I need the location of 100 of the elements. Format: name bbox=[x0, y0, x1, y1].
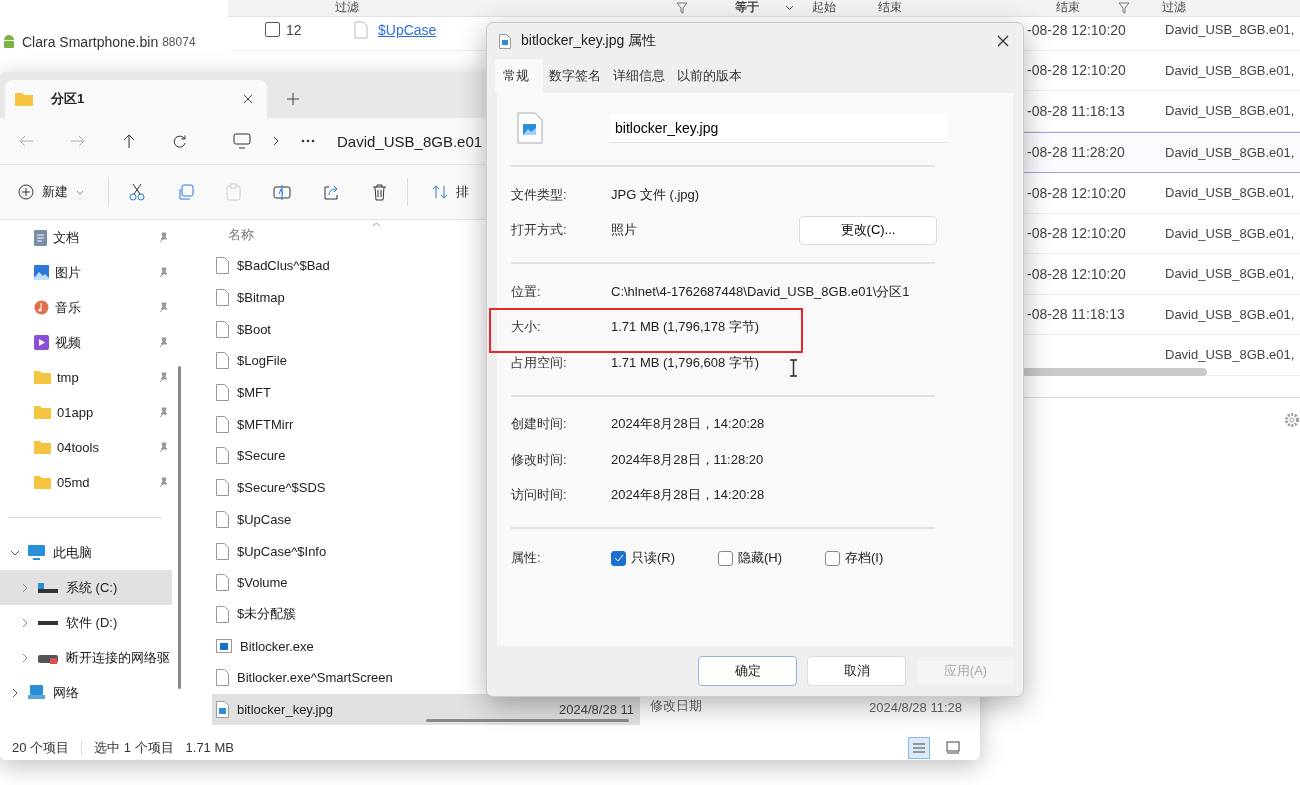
tree-item[interactable]: 断开连接的网络驱 bbox=[0, 640, 172, 675]
app-icon bbox=[216, 639, 232, 654]
file-icon bbox=[216, 352, 229, 370]
attribute-checkbox[interactable]: 存档(I) bbox=[825, 549, 932, 567]
forward-icon[interactable] bbox=[70, 134, 86, 148]
table-cell-text: -08-28 11:18:13 bbox=[1027, 306, 1126, 323]
scrollbar[interactable] bbox=[1022, 368, 1207, 376]
filter-icon[interactable] bbox=[676, 2, 688, 14]
pin-icon[interactable] bbox=[158, 372, 168, 383]
pin-icon[interactable] bbox=[158, 302, 168, 313]
checkbox[interactable] bbox=[265, 22, 280, 38]
up-icon[interactable] bbox=[122, 133, 136, 149]
folder-icon bbox=[15, 92, 33, 106]
ok-button[interactable]: 确定 bbox=[698, 656, 797, 686]
pin-icon[interactable] bbox=[158, 267, 168, 278]
file-icon bbox=[216, 257, 229, 275]
attribute-checkbox[interactable]: 隐藏(H) bbox=[718, 549, 825, 567]
property-value: 照片 bbox=[611, 221, 637, 240]
tab[interactable]: 以前的版本 bbox=[671, 61, 748, 93]
property-label: 占用空间: bbox=[511, 353, 568, 372]
tree-item[interactable]: 系统 (C:) bbox=[0, 570, 172, 605]
property-label: 修改时间: bbox=[511, 450, 568, 469]
cancel-button[interactable]: 取消 bbox=[807, 656, 906, 686]
new-tab-icon[interactable] bbox=[287, 93, 299, 105]
pin-icon[interactable] bbox=[158, 442, 168, 453]
tab[interactable]: 常规 bbox=[495, 59, 543, 93]
close-icon[interactable] bbox=[997, 35, 1009, 47]
sidebar-item[interactable]: tmp bbox=[0, 360, 190, 395]
share-icon[interactable] bbox=[323, 183, 340, 201]
refresh-icon[interactable] bbox=[172, 133, 187, 149]
settings-icon[interactable] bbox=[1284, 412, 1300, 428]
pin-icon[interactable] bbox=[158, 477, 168, 488]
table-cell-text: David_USB_8GB.e01, bbox=[1165, 347, 1296, 363]
file-icon bbox=[216, 384, 229, 402]
window-tab[interactable]: 分区1 bbox=[5, 80, 267, 118]
chevron-icon[interactable] bbox=[10, 687, 20, 698]
filter-icon[interactable] bbox=[1118, 2, 1130, 14]
folder-icon bbox=[34, 476, 51, 489]
row-number: 12 bbox=[286, 21, 303, 38]
filter-field[interactable]: 过滤 bbox=[1162, 0, 1186, 15]
sidebar-item[interactable]: 图片 bbox=[0, 255, 190, 290]
filter-field[interactable]: 结束 bbox=[878, 0, 902, 15]
caret-icon bbox=[76, 189, 84, 195]
sort-button[interactable]: 排 bbox=[428, 177, 473, 207]
sidebar-item[interactable]: 文档 bbox=[0, 220, 190, 255]
sidebar-item[interactable]: 视频 bbox=[0, 325, 190, 360]
picture-icon bbox=[34, 265, 49, 280]
chevron-icon[interactable] bbox=[20, 652, 30, 663]
filter-field[interactable]: 过滤 bbox=[335, 0, 359, 15]
filter-field[interactable]: 等于 bbox=[735, 0, 794, 15]
attribute-checkbox[interactable]: 只读(R) bbox=[611, 549, 718, 567]
tree-item[interactable]: 网络 bbox=[0, 675, 172, 710]
table-cell-text: -08-28 12:10:20 bbox=[1027, 21, 1127, 38]
file-row[interactable]: bitlocker_key.jpg 2024/8/28 11 bbox=[212, 693, 640, 726]
column-header[interactable]: 名称 bbox=[228, 226, 254, 244]
cut-icon[interactable] bbox=[129, 183, 145, 201]
tab[interactable]: 详细信息 bbox=[607, 61, 671, 93]
sidebar-item[interactable]: 04tools bbox=[0, 430, 190, 465]
scrollbar[interactable] bbox=[426, 719, 629, 722]
more-icon[interactable] bbox=[301, 139, 315, 143]
file-link[interactable]: $UpCase bbox=[378, 21, 437, 38]
breadcrumb[interactable]: David_USB_8GB.e01 bbox=[337, 132, 483, 150]
sort-caret-icon bbox=[372, 222, 381, 227]
file-icon bbox=[216, 415, 229, 433]
copy-icon[interactable] bbox=[177, 183, 194, 201]
table-cell-text: David_USB_8GB.e01, bbox=[1165, 22, 1296, 38]
back-icon[interactable] bbox=[18, 134, 34, 148]
new-button[interactable]: 新建 bbox=[14, 177, 88, 207]
close-icon[interactable] bbox=[243, 94, 253, 104]
table-cell-text: -08-28 12:10:20 bbox=[1027, 184, 1127, 201]
rename-icon[interactable] bbox=[273, 183, 291, 201]
sidebar-item[interactable]: 05md bbox=[0, 465, 190, 500]
property-label: 打开方式: bbox=[511, 221, 568, 240]
sidebar-item[interactable]: 01app bbox=[0, 395, 190, 430]
tree-item[interactable]: 此电脑 bbox=[0, 535, 172, 570]
property-label: 大小: bbox=[511, 318, 542, 337]
change-button[interactable]: 更改(C)... bbox=[799, 215, 937, 245]
pin-icon[interactable] bbox=[158, 337, 168, 348]
text-cursor-icon bbox=[789, 358, 799, 377]
chevron-icon bbox=[273, 136, 279, 146]
tab[interactable]: 数字签名 bbox=[543, 61, 607, 93]
delete-icon[interactable] bbox=[372, 183, 387, 201]
filter-field[interactable]: 起始 bbox=[812, 0, 836, 15]
scrollbar[interactable] bbox=[178, 366, 181, 689]
pin-icon[interactable] bbox=[158, 232, 168, 243]
preview-icon bbox=[946, 741, 960, 754]
sidebar-item[interactable]: 音乐 bbox=[0, 290, 190, 325]
details-view-button[interactable] bbox=[908, 736, 930, 759]
file-icon bbox=[216, 669, 229, 687]
file-name-field[interactable]: bitlocker_key.jpg bbox=[610, 113, 948, 143]
pin-icon[interactable] bbox=[158, 407, 168, 418]
evidence-item[interactable]: Clara Smartphone.bin 88074 bbox=[2, 34, 196, 50]
chevron-icon[interactable] bbox=[20, 617, 30, 628]
tree-item[interactable]: 软件 (D:) bbox=[0, 605, 172, 640]
property-value: 2024年8月28日，14:20:28 bbox=[611, 486, 765, 505]
property-label: 属性: bbox=[511, 549, 542, 567]
file-icon bbox=[216, 542, 229, 560]
property-value: JPG 文件 (.jpg) bbox=[611, 185, 700, 204]
table-cell-text: -08-28 11:18:13 bbox=[1027, 102, 1126, 119]
filter-field[interactable]: 结束 bbox=[1056, 0, 1080, 15]
